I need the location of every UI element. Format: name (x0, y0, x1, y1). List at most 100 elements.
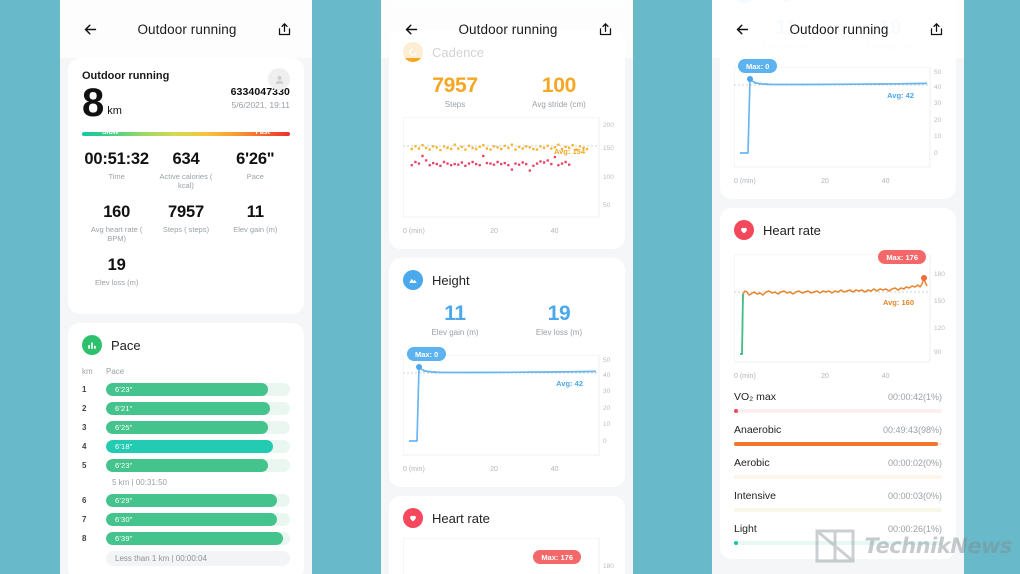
pace-row-km: 2 (82, 404, 87, 413)
pace-bar-track: 6'29" (106, 494, 290, 507)
pace-bar-fill: 6'23" (106, 383, 268, 396)
share-icon[interactable] (916, 9, 956, 49)
distance-value: 8 (82, 81, 104, 125)
stat-value: 19 (107, 256, 126, 274)
scroll-container-mid[interactable]: Cadence 7957 Steps 100 Avg stride (cm) (381, 0, 633, 574)
svg-text:0: 0 (934, 150, 938, 157)
pace-bar-fill: 6'29" (106, 494, 278, 507)
stat-value: 00:51:32 (84, 150, 149, 168)
x-tick: 40 (881, 373, 890, 380)
x-tick: 20 (490, 466, 498, 473)
svg-text:50: 50 (603, 357, 611, 364)
page-title: Outdoor running (789, 21, 889, 37)
stat-label: Steps ( steps) (162, 225, 210, 234)
share-icon[interactable] (264, 9, 304, 49)
height-max-pill: Max: 0 (738, 59, 778, 73)
heart-rate-chart-preview: 180 Max: 176 (403, 538, 614, 574)
zone-track (734, 541, 942, 545)
summary-title: Outdoor running (82, 70, 170, 82)
cadence-x-axis: 0 (min) 20 40 (403, 228, 611, 235)
stat-label: Active calories ( kcal) (159, 172, 213, 190)
cadence-steps: 7957 Steps (403, 74, 507, 109)
cadence-stride-value: 100 (541, 74, 577, 97)
zone-value: 00:00:02(0%) (887, 458, 942, 468)
zone-value: 00:00:03(0%) (887, 491, 942, 501)
pace-row-value: 6'39" (115, 534, 133, 543)
pace-bar-track: 6'25" (106, 421, 290, 434)
svg-text:120: 120 (934, 325, 945, 332)
x-tick: 40 (550, 466, 559, 473)
stat-value: 11 (246, 203, 264, 221)
phone-panel-cadence-height: Cadence 7957 Steps 100 Avg stride (cm) (381, 0, 633, 574)
pace-milestone-note: 5 km | 00:31:50 (112, 478, 167, 487)
distance-value-group: 8 km (82, 81, 122, 125)
share-icon[interactable] (585, 9, 625, 49)
zone-track (734, 475, 942, 479)
arrow-left-icon[interactable] (70, 9, 110, 49)
height-elev-gain: 11 Elev gain (m) (403, 302, 507, 337)
heart-rate-card-header: Heart rate (403, 508, 611, 528)
svg-text:30: 30 (934, 100, 942, 107)
list-item: VO₂ max 00:00:42(1%) (734, 391, 942, 413)
cadence-steps-value: 7957 (432, 74, 478, 97)
cadence-card: Cadence 7957 Steps 100 Avg stride (cm) (389, 30, 625, 249)
svg-text:10: 10 (934, 133, 942, 140)
heart-rate-avg-label: Avg: 160 (883, 298, 914, 307)
heart-rate-card-header: Heart rate (734, 220, 942, 240)
zone-value: 00:00:26(1%) (887, 524, 942, 534)
pace-bar-track: 6'39" (106, 532, 290, 545)
svg-text:100: 100 (603, 174, 614, 181)
height-elev-loss: 19 Elev loss (m) (507, 302, 611, 337)
cadence-stride: 100 Avg stride (cm) (507, 74, 611, 109)
pace-bar-track: 6'23" (106, 383, 290, 396)
scroll-container-right[interactable]: Height 11 Elev gain (m) 19 Elev loss (m) (712, 0, 964, 568)
zone-value: 00:00:42(1%) (887, 392, 942, 402)
svg-text:20: 20 (603, 405, 611, 412)
table-row: 3 6'25" (82, 421, 290, 434)
zone-fill (734, 541, 739, 545)
table-row: 7 6'30" (82, 513, 290, 526)
heart-rate-max-pill: Max: 176 (878, 250, 926, 264)
stat-value: 7957 (168, 203, 204, 221)
x-tick: 0 (min) (403, 466, 425, 473)
list-item: Intensive 00:00:03(0%) (734, 490, 942, 512)
elev-gain-value: 11 (444, 302, 466, 325)
pace-bar-track: 6'21" (106, 402, 290, 415)
x-tick: 0 (min) (403, 228, 425, 235)
scroll-container-left[interactable]: Outdoor running 8 km 6334047330 5/6/2021… (60, 0, 312, 574)
svg-text:50: 50 (934, 69, 942, 76)
cadence-avg-label: Avg: 154 (554, 147, 585, 156)
pace-row-km: 6 (82, 496, 87, 505)
stat-elev-loss: 19 Elev loss (m) (82, 256, 151, 287)
height-chart: 50 40 30 20 10 0 Max: 0 Avg: 42 0 (min) (734, 59, 942, 185)
zone-fill (734, 409, 739, 413)
heart-icon (734, 220, 754, 240)
arrow-left-icon[interactable] (391, 9, 431, 49)
speed-fast-label: Fast (255, 128, 270, 136)
pace-table-header: km Pace (82, 367, 290, 376)
svg-text:20: 20 (934, 117, 942, 124)
stat-pace: 6'26" Pace (221, 150, 290, 190)
zone-fill (734, 442, 938, 446)
x-tick: 20 (490, 228, 498, 235)
stat-label: Avg heart rate ( BPM) (90, 225, 143, 243)
table-row: 5 6'23" (82, 459, 290, 472)
workout-datetime: 5/6/2021, 19:11 (231, 100, 290, 110)
heart-rate-card-preview: Heart rate 180 Max: 176 (389, 496, 625, 574)
heart-rate-card-title: Heart rate (432, 510, 490, 526)
pace-row-km: 3 (82, 423, 87, 432)
heart-rate-chart: 180 150 120 90 Max: 176 Avg: 160 0 (min)… (734, 250, 945, 380)
phone-panel-summary: Outdoor running 8 km 6334047330 5/6/2021… (60, 0, 312, 574)
page-title: Outdoor running (137, 21, 237, 37)
cadence-stride-label: Avg stride (cm) (532, 100, 586, 109)
x-tick: 40 (550, 228, 559, 235)
arrow-left-icon[interactable] (722, 9, 762, 49)
stat-value: 6'26" (236, 150, 275, 168)
heart-rate-x-axis: 0 (min) 20 40 (734, 373, 942, 380)
list-item: Anaerobic 00:49:43(98%) (734, 424, 942, 446)
stat-steps: 7957 Steps ( steps) (151, 203, 220, 243)
pace-row-value: 6'18" (115, 442, 133, 451)
nav-bar-mid: Outdoor running (381, 0, 633, 58)
table-row: 1 6'23" (82, 383, 290, 396)
x-tick: 0 (min) (734, 373, 756, 380)
